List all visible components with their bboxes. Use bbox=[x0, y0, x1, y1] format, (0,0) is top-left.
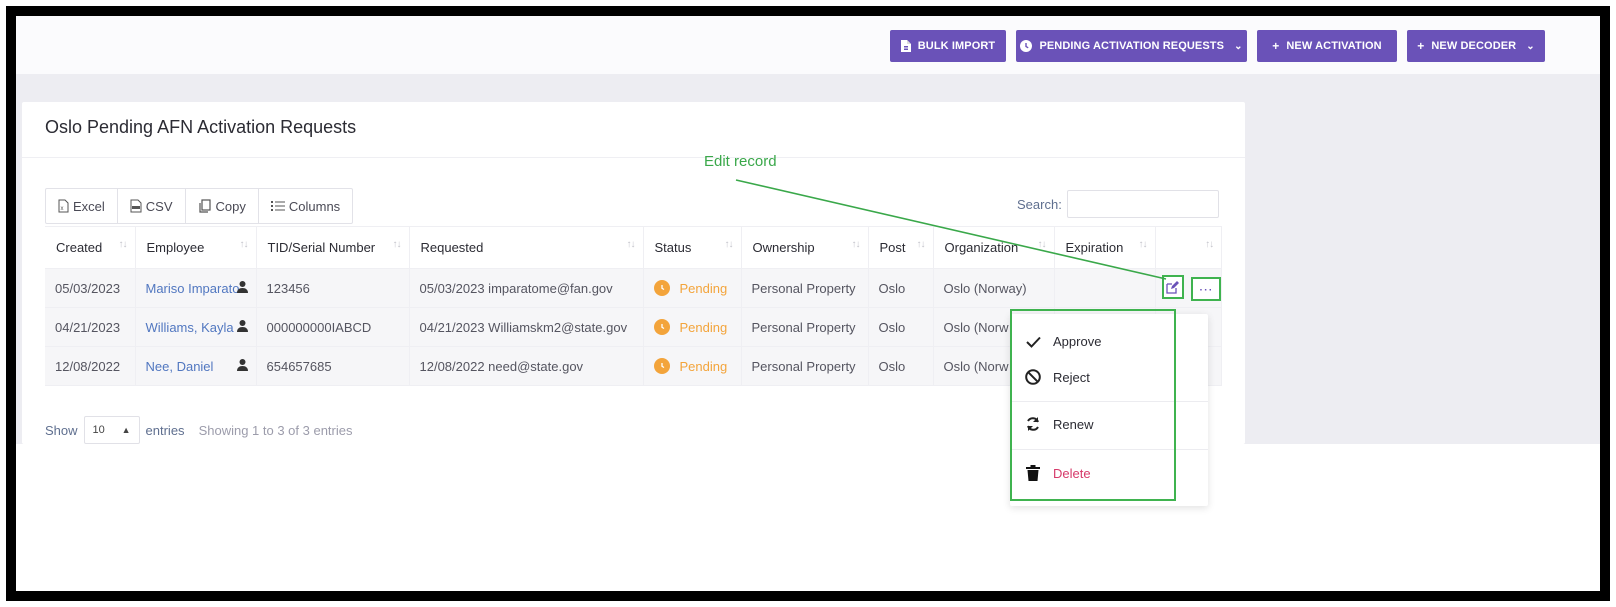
delete-menu-item[interactable]: Delete bbox=[1024, 465, 1091, 481]
check-icon bbox=[1024, 336, 1042, 348]
reject-menu-item[interactable]: Reject bbox=[1024, 369, 1090, 385]
approve-menu-item[interactable]: Approve bbox=[1024, 334, 1101, 349]
menu-divider bbox=[1010, 449, 1208, 450]
menu-divider bbox=[1010, 401, 1208, 402]
refresh-icon bbox=[1024, 416, 1042, 432]
annotation-label: Edit record bbox=[704, 153, 777, 170]
row-actions-menu: Approve Reject Renew Delete bbox=[1010, 314, 1208, 506]
ban-icon bbox=[1024, 369, 1042, 385]
renew-menu-item[interactable]: Renew bbox=[1024, 416, 1093, 432]
screenshot-frame: BULK IMPORT PENDING ACTIVATION REQUESTS … bbox=[6, 6, 1610, 601]
annotation-arrow bbox=[735, 179, 1167, 280]
trash-icon bbox=[1024, 465, 1042, 481]
